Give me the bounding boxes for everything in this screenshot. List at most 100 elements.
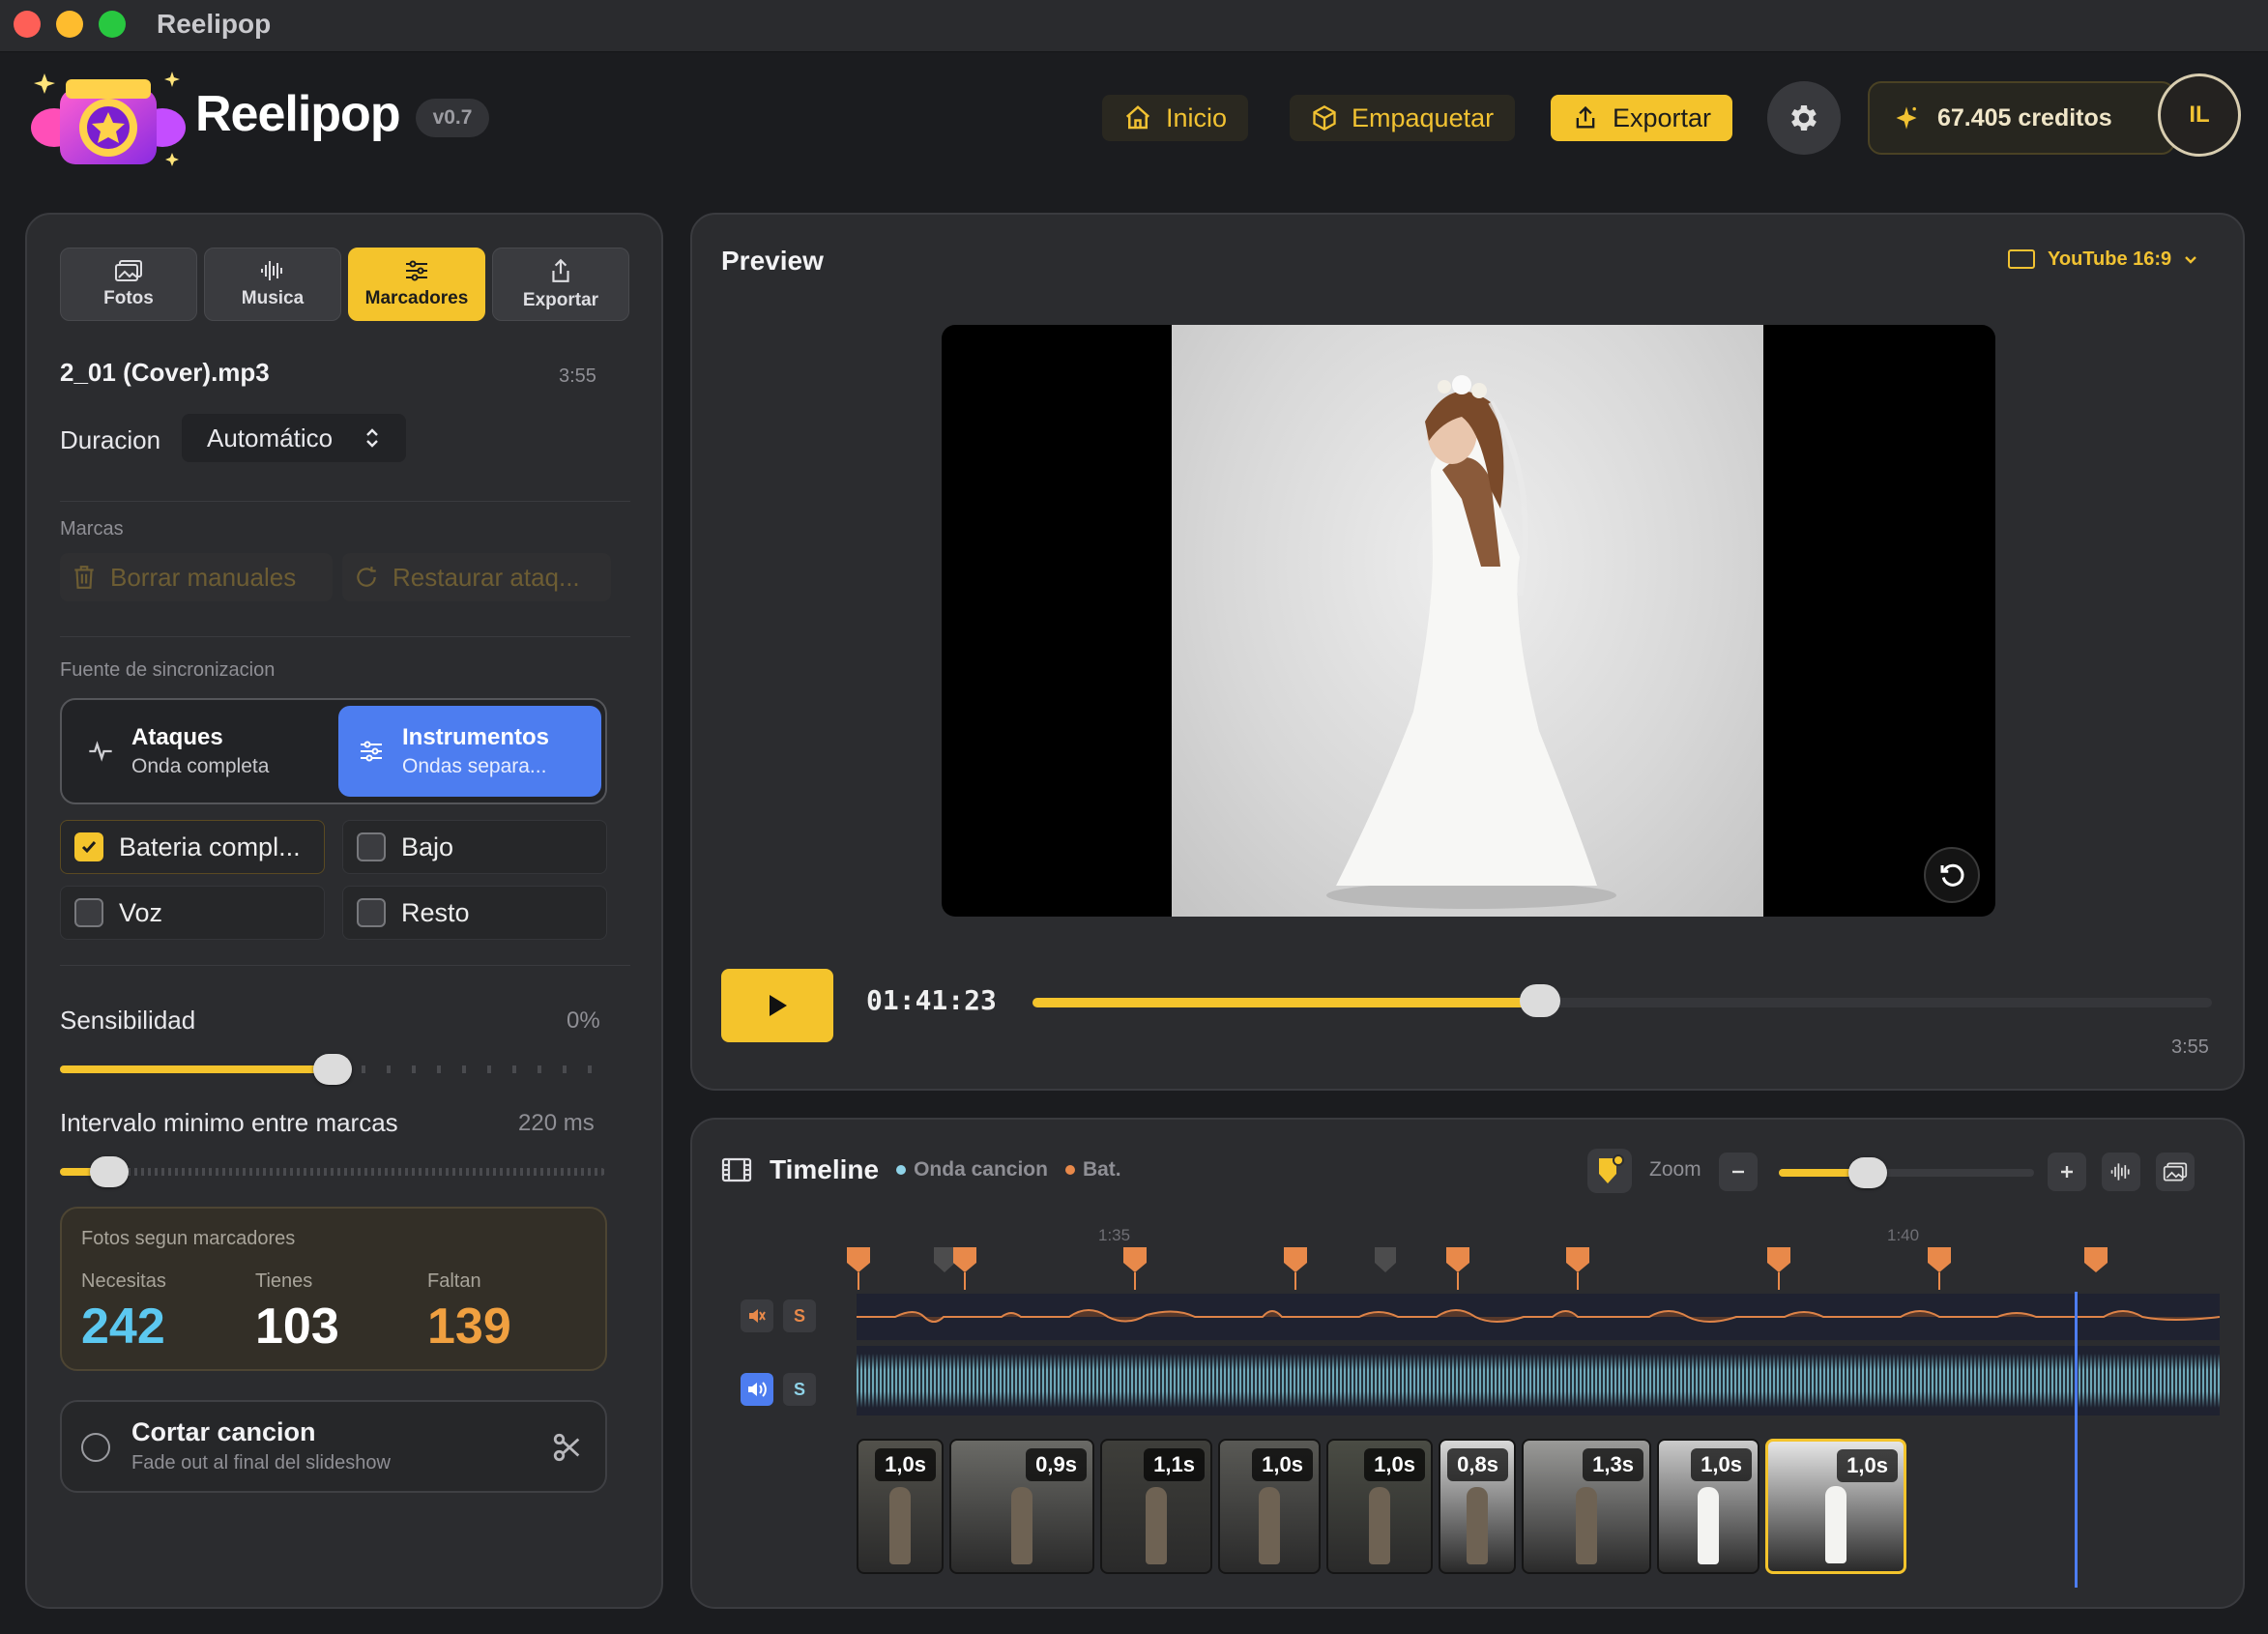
stem-label: Bateria compl... bbox=[119, 832, 301, 861]
version-badge: v0.7 bbox=[416, 99, 489, 137]
photo-clip[interactable]: 1,0s bbox=[857, 1439, 944, 1574]
sync-option-title: Ataques bbox=[131, 724, 223, 750]
photo-subject bbox=[1467, 1487, 1488, 1564]
drums-waveform[interactable] bbox=[857, 1294, 2221, 1340]
sensitivity-slider[interactable] bbox=[60, 1052, 605, 1087]
sensitivity-slider-handle[interactable] bbox=[313, 1054, 352, 1085]
stem-voz-checkbox[interactable]: Voz bbox=[60, 886, 325, 940]
playhead[interactable] bbox=[2075, 1292, 2078, 1588]
photos-by-markers-card: Fotos segun marcadores Necesitas Tienes … bbox=[60, 1207, 607, 1371]
photo-clip[interactable]: 1,0s bbox=[1326, 1439, 1433, 1574]
photo-clip[interactable]: 0,8s bbox=[1439, 1439, 1516, 1574]
clip-duration: 1,0s bbox=[1364, 1448, 1425, 1481]
preview-photo bbox=[1172, 325, 1763, 917]
solo-song-button[interactable]: S bbox=[783, 1373, 816, 1406]
photo-subject bbox=[889, 1487, 911, 1564]
zoom-slider[interactable] bbox=[1779, 1156, 2034, 1189]
missing-count: 139 bbox=[427, 1298, 511, 1355]
cut-song-subtitle: Fade out al final del slideshow bbox=[131, 1452, 391, 1474]
clip-duration: 0,8s bbox=[1447, 1448, 1508, 1481]
zoom-out-button[interactable] bbox=[1719, 1153, 1758, 1191]
total-duration: 3:55 bbox=[2171, 1036, 2209, 1058]
empaquetar-button[interactable]: Empaquetar bbox=[1290, 95, 1516, 141]
package-icon bbox=[1313, 104, 1336, 131]
tab-fotos[interactable]: Fotos bbox=[60, 248, 197, 321]
stem-resto-checkbox[interactable]: Resto bbox=[342, 886, 607, 940]
song-waveform[interactable] bbox=[857, 1346, 2220, 1415]
app-logo-icon bbox=[27, 60, 191, 176]
rotate-button[interactable] bbox=[1924, 847, 1980, 903]
exportar-button[interactable]: Exportar bbox=[1551, 95, 1733, 141]
marker-icon bbox=[1599, 1154, 1624, 1183]
tab-exportar[interactable]: Exportar bbox=[492, 248, 629, 321]
play-button[interactable] bbox=[721, 969, 833, 1042]
zoom-window-button[interactable] bbox=[99, 11, 126, 38]
inicio-label: Inicio bbox=[1166, 102, 1228, 132]
add-marker-button[interactable] bbox=[1587, 1149, 1632, 1193]
sensitivity-label: Sensibilidad bbox=[60, 1006, 196, 1035]
timeline-header: Timeline Onda cancion Bat. bbox=[721, 1154, 1121, 1185]
waveform-toggle-button[interactable] bbox=[2102, 1153, 2140, 1191]
cut-song-option[interactable]: Cortar cancion Fade out al final del sli… bbox=[60, 1400, 607, 1493]
user-avatar[interactable]: IL bbox=[2158, 73, 2241, 157]
photo-subject bbox=[1825, 1486, 1846, 1563]
clear-manual-button[interactable]: Borrar manuales bbox=[60, 553, 333, 601]
preview-title: Preview bbox=[721, 246, 824, 276]
photo-clip[interactable]: 1,0s bbox=[1765, 1439, 1906, 1574]
photos-toggle-button[interactable] bbox=[2156, 1153, 2195, 1191]
photo-clip[interactable]: 1,1s bbox=[1100, 1439, 1212, 1574]
divider bbox=[60, 636, 630, 637]
aspect-ratio-select[interactable]: YouTube 16:9 bbox=[2007, 248, 2198, 271]
tab-marcadores[interactable]: Marcadores bbox=[348, 248, 485, 321]
divider bbox=[60, 965, 630, 966]
min-interval-slider-handle[interactable] bbox=[90, 1156, 129, 1187]
stem-bajo-checkbox[interactable]: Bajo bbox=[342, 820, 607, 874]
waveform-icon bbox=[2110, 1163, 2130, 1181]
song-duration: 3:55 bbox=[559, 365, 596, 387]
legend-song-wave: Onda cancion bbox=[896, 1158, 1048, 1182]
screen-icon bbox=[2008, 249, 2035, 269]
marker-track[interactable] bbox=[799, 1243, 2191, 1294]
duration-select[interactable]: Automático bbox=[182, 414, 406, 462]
solo-drums-button[interactable]: S bbox=[783, 1299, 816, 1332]
sync-option-ataques[interactable]: Ataques Onda completa bbox=[68, 706, 333, 797]
video-preview[interactable] bbox=[942, 325, 1995, 917]
playback-progress bbox=[1032, 998, 1540, 1007]
mute-song-button[interactable] bbox=[741, 1373, 773, 1406]
duration-value: Automático bbox=[207, 423, 334, 452]
stem-bateria-checkbox[interactable]: Bateria compl... bbox=[60, 820, 325, 874]
sync-option-instrumentos[interactable]: Instrumentos Ondas separa... bbox=[338, 706, 601, 797]
clip-duration: 0,9s bbox=[1026, 1448, 1087, 1481]
scissors-icon bbox=[553, 1433, 580, 1462]
checkbox-icon bbox=[74, 898, 103, 927]
photos-icon bbox=[115, 260, 142, 281]
timeline-panel: Timeline Onda cancion Bat. Zoom 1:35 1:4… bbox=[690, 1118, 2245, 1609]
photo-clip[interactable]: 1,3s bbox=[1522, 1439, 1651, 1574]
settings-button[interactable] bbox=[1767, 81, 1841, 155]
photo-clip[interactable]: 1,0s bbox=[1657, 1439, 1759, 1574]
minimize-window-button[interactable] bbox=[56, 11, 83, 38]
cut-song-title: Cortar cancion bbox=[131, 1417, 316, 1446]
have-label: Tienes bbox=[255, 1270, 313, 1292]
photo-clip[interactable]: 1,0s bbox=[1218, 1439, 1321, 1574]
playback-scrubber-handle[interactable] bbox=[1520, 984, 1560, 1017]
mute-drums-button[interactable] bbox=[741, 1299, 773, 1332]
zoom-in-button[interactable] bbox=[2048, 1153, 2086, 1191]
speaker-icon bbox=[748, 1382, 767, 1397]
zoom-slider-handle[interactable] bbox=[1848, 1157, 1887, 1188]
credits-badge[interactable]: 67.405 creditos bbox=[1868, 81, 2175, 155]
tab-musica[interactable]: Musica bbox=[204, 248, 341, 321]
close-window-button[interactable] bbox=[14, 11, 41, 38]
radio-icon[interactable] bbox=[81, 1433, 110, 1462]
restore-attacks-button[interactable]: Restaurar ataq... bbox=[342, 553, 611, 601]
sensitivity-value: 0% bbox=[567, 1007, 600, 1034]
inicio-button[interactable]: Inicio bbox=[1102, 95, 1249, 141]
chevron-down-icon bbox=[2185, 256, 2197, 264]
tab-musica-label: Musica bbox=[241, 288, 305, 308]
sync-option-subtitle: Ondas separa... bbox=[402, 755, 547, 777]
min-interval-slider[interactable] bbox=[60, 1154, 605, 1189]
aspect-ratio-label: YouTube 16:9 bbox=[2048, 248, 2172, 270]
photo-clip[interactable]: 0,9s bbox=[949, 1439, 1094, 1574]
sync-option-subtitle: Onda completa bbox=[131, 755, 270, 777]
window-titlebar: Reelipop bbox=[0, 0, 2268, 52]
